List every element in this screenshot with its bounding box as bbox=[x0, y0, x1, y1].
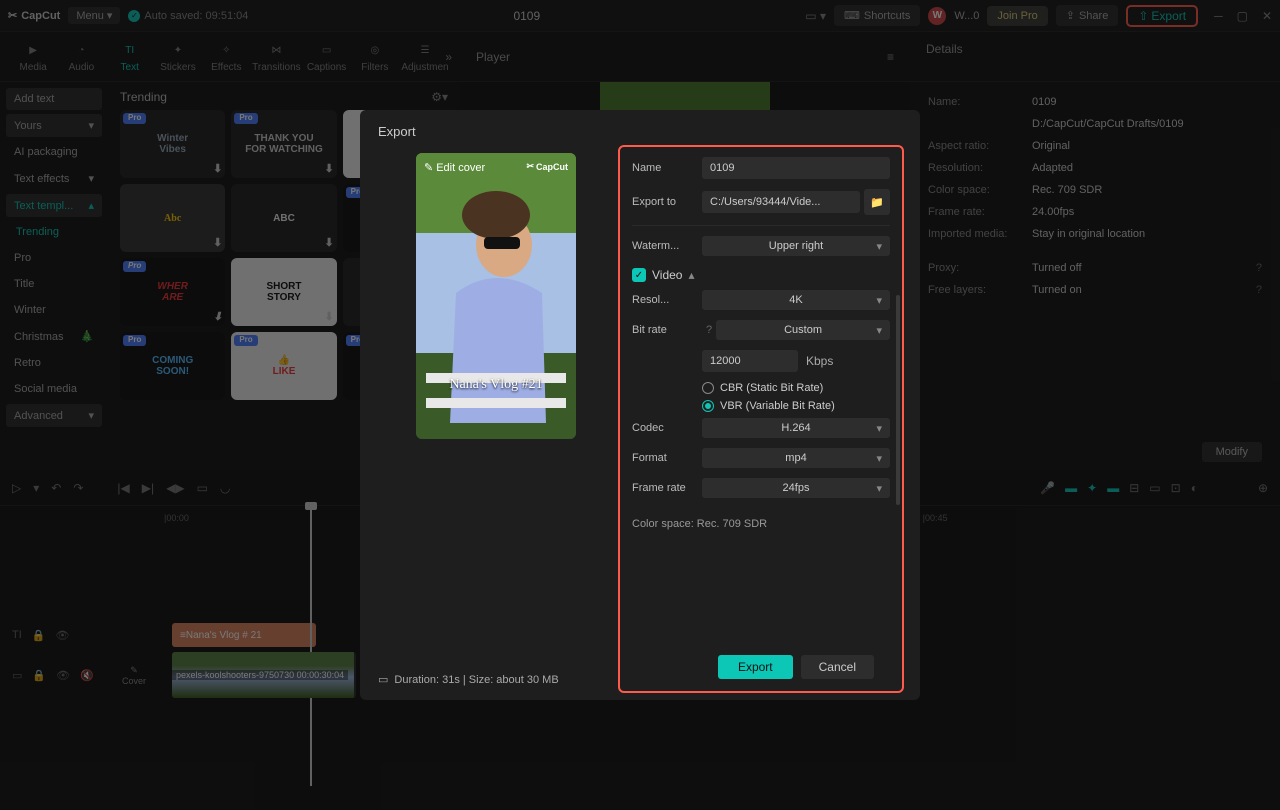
modal-overlay: Export bbox=[0, 0, 1280, 810]
framerate-select[interactable]: 24fps▾ bbox=[702, 478, 890, 498]
capcut-watermark: ✂ CapCut bbox=[526, 161, 568, 172]
codec-select[interactable]: H.264▾ bbox=[702, 418, 890, 438]
cover-text: Nana's Vlog #21 bbox=[416, 377, 576, 393]
export-settings-highlight: Name Export to📁 Waterm...Upper right▾ ✓V… bbox=[618, 145, 904, 693]
cover-preview: Nana's Vlog #21 ✎ Edit cover ✂ CapCut bbox=[416, 153, 576, 439]
cancel-button[interactable]: Cancel bbox=[801, 655, 874, 679]
cover-image bbox=[416, 153, 576, 439]
edit-cover-button[interactable]: ✎ Edit cover bbox=[424, 161, 485, 174]
scrollbar[interactable] bbox=[896, 295, 900, 505]
export-confirm-button[interactable]: Export bbox=[718, 655, 793, 679]
colorspace-text: Color space: Rec. 709 SDR bbox=[632, 518, 890, 530]
export-modal: Export bbox=[360, 110, 920, 700]
resolution-select[interactable]: 4K▾ bbox=[702, 290, 890, 310]
format-select[interactable]: mp4▾ bbox=[702, 448, 890, 468]
help-icon[interactable]: ? bbox=[706, 324, 712, 336]
duration-info: ▭ Duration: 31s | Size: about 30 MB bbox=[378, 673, 559, 686]
name-input[interactable] bbox=[702, 157, 890, 179]
export-path-input[interactable] bbox=[702, 191, 860, 213]
video-checkbox[interactable]: ✓ bbox=[632, 268, 646, 282]
watermark-select[interactable]: Upper right▾ bbox=[702, 236, 890, 256]
vbr-radio[interactable]: VBR (Variable Bit Rate) bbox=[702, 400, 890, 412]
bitrate-input[interactable] bbox=[702, 350, 798, 372]
cbr-radio[interactable]: CBR (Static Bit Rate) bbox=[702, 382, 890, 394]
folder-icon[interactable]: 📁 bbox=[864, 189, 890, 215]
bitrate-select[interactable]: Custom▾ bbox=[716, 320, 890, 340]
